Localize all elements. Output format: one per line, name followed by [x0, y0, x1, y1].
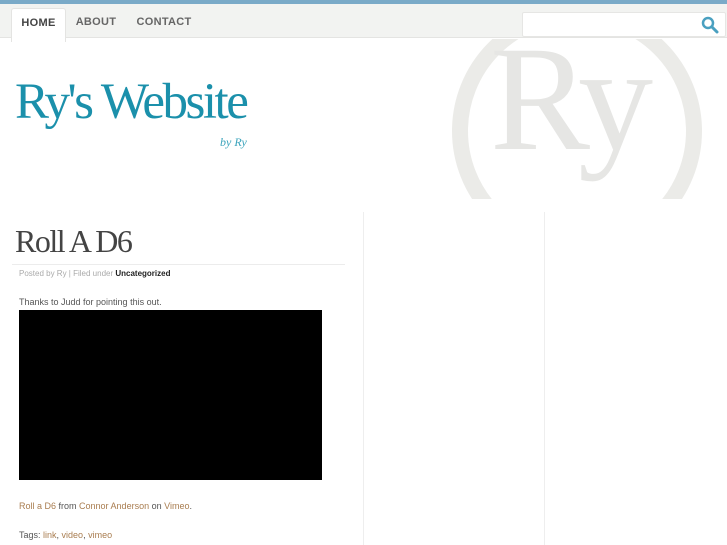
- tab-contact[interactable]: CONTACT: [128, 8, 200, 42]
- watermark-logo: Ry: [440, 39, 727, 199]
- tags-label: Tags:: [19, 530, 44, 540]
- svg-text:Ry: Ry: [490, 39, 653, 182]
- tag-link[interactable]: vimeo: [88, 530, 112, 540]
- column-divider: [544, 212, 545, 545]
- post-meta: Posted by Ry | Filed under Uncategorized: [19, 269, 170, 278]
- category-link[interactable]: Uncategorized: [115, 269, 170, 278]
- post-tags: Tags: link, video, vimeo: [19, 530, 113, 540]
- tab-home[interactable]: HOME: [11, 8, 66, 42]
- post-title[interactable]: Roll A D6: [15, 223, 133, 260]
- tag-link[interactable]: link: [43, 530, 57, 540]
- divider: [12, 264, 345, 265]
- credit-text: from: [56, 501, 80, 511]
- search-input[interactable]: [527, 13, 697, 36]
- search-icon[interactable]: [701, 16, 719, 39]
- post-intro: Thanks to Judd for pointing this out.: [19, 297, 162, 307]
- site-title[interactable]: Ry's Website: [15, 73, 249, 131]
- video-link[interactable]: Roll a D6: [19, 501, 56, 511]
- nav-bar: HOME ABOUT CONTACT: [0, 4, 727, 42]
- search-box: [522, 12, 726, 37]
- author-link[interactable]: Connor Anderson: [79, 501, 149, 511]
- video-credit: Roll a D6 from Connor Anderson on Vimeo.: [19, 501, 192, 511]
- tag-link[interactable]: video: [62, 530, 84, 540]
- credit-text: .: [189, 501, 192, 511]
- site-tagline: by Ry: [220, 135, 247, 149]
- column-divider: [363, 212, 364, 545]
- credit-text: on: [149, 501, 165, 511]
- tab-about[interactable]: ABOUT: [68, 8, 124, 42]
- vimeo-link[interactable]: Vimeo: [164, 501, 189, 511]
- meta-text: Posted by Ry | Filed under: [19, 269, 116, 278]
- video-player[interactable]: [19, 310, 322, 480]
